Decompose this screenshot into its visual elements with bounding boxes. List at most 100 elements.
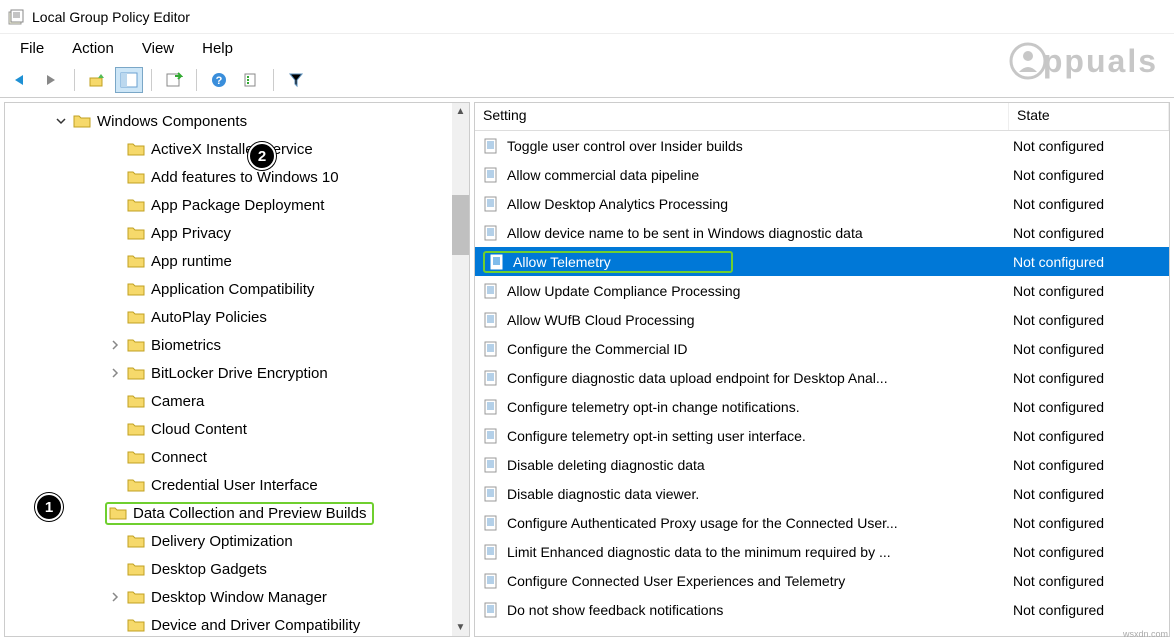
tree-label: AutoPlay Policies <box>151 309 267 326</box>
setting-row[interactable]: Allow commercial data pipelineNot config… <box>475 160 1169 189</box>
tree-node[interactable]: AutoPlay Policies <box>5 303 469 331</box>
up-button[interactable] <box>83 67 111 93</box>
tree-label: App runtime <box>151 253 232 270</box>
tree-label: ActiveX Installer Service <box>151 141 313 158</box>
tree-label: Application Compatibility <box>151 281 314 298</box>
policy-icon <box>483 428 499 444</box>
window-title: Local Group Policy Editor <box>32 9 190 25</box>
tree-scrollbar[interactable]: ▲ ▼ <box>452 103 469 636</box>
toolbar-separator <box>151 69 152 91</box>
policy-icon <box>483 399 499 415</box>
policy-icon <box>483 138 499 154</box>
help-button[interactable]: ? <box>205 67 233 93</box>
tree-node[interactable]: Cloud Content <box>5 415 469 443</box>
setting-row[interactable]: Allow TelemetryNot configured <box>475 247 1169 276</box>
policy-icon <box>483 167 499 183</box>
tree-node[interactable]: Add features to Windows 10 <box>5 163 469 191</box>
annotation-badge-1: 1 <box>35 493 63 521</box>
menu-view[interactable]: View <box>128 38 188 59</box>
policy-icon <box>483 602 499 618</box>
tree-node[interactable]: Data Collection and Preview Builds <box>5 499 469 527</box>
tree-label: Camera <box>151 393 204 410</box>
setting-row[interactable]: Configure Authenticated Proxy usage for … <box>475 508 1169 537</box>
tree-node[interactable]: Connect <box>5 443 469 471</box>
tree-label: Connect <box>151 449 207 466</box>
folder-icon <box>73 113 91 129</box>
footer-source: wsxdn.com <box>1123 629 1168 639</box>
setting-state: Not configured <box>1009 312 1169 328</box>
watermark-text: ppu <box>1043 43 1108 80</box>
policy-icon <box>483 370 499 386</box>
folder-tree[interactable]: Windows Components ActiveX Installer Ser… <box>5 103 469 636</box>
tree-node[interactable]: ActiveX Installer Service <box>5 135 469 163</box>
setting-row[interactable]: Limit Enhanced diagnostic data to the mi… <box>475 537 1169 566</box>
collapse-icon[interactable] <box>53 116 69 126</box>
folder-icon <box>127 617 145 633</box>
policy-icon <box>489 254 505 270</box>
tree-node[interactable]: Biometrics <box>5 331 469 359</box>
tree-node[interactable]: BitLocker Drive Encryption <box>5 359 469 387</box>
setting-state: Not configured <box>1009 138 1169 154</box>
tree-node[interactable]: Application Compatibility <box>5 275 469 303</box>
tree-node-windows-components[interactable]: Windows Components <box>5 107 469 135</box>
show-hide-tree-button[interactable] <box>115 67 143 93</box>
setting-state: Not configured <box>1009 602 1169 618</box>
setting-row[interactable]: Configure telemetry opt-in setting user … <box>475 421 1169 450</box>
setting-row[interactable]: Allow device name to be sent in Windows … <box>475 218 1169 247</box>
setting-row[interactable]: Configure diagnostic data upload endpoin… <box>475 363 1169 392</box>
svg-text:?: ? <box>216 75 223 87</box>
tree-node[interactable]: Desktop Window Manager <box>5 583 469 611</box>
folder-icon <box>127 365 145 381</box>
column-header-state[interactable]: State <box>1009 103 1169 130</box>
tree-pane: Windows Components ActiveX Installer Ser… <box>4 102 470 637</box>
expand-icon[interactable] <box>107 368 123 378</box>
tree-node[interactable]: App Package Deployment <box>5 191 469 219</box>
tree-node[interactable]: Credential User Interface <box>5 471 469 499</box>
setting-row[interactable]: Configure the Commercial IDNot configure… <box>475 334 1169 363</box>
tree-label: App Privacy <box>151 225 231 242</box>
tree-node[interactable]: Device and Driver Compatibility <box>5 611 469 636</box>
scroll-down-icon[interactable]: ▼ <box>452 619 469 636</box>
tree-node[interactable]: Camera <box>5 387 469 415</box>
menu-action[interactable]: Action <box>58 38 128 59</box>
policy-icon <box>483 196 499 212</box>
tree-node[interactable]: Delivery Optimization <box>5 527 469 555</box>
expand-icon[interactable] <box>107 592 123 602</box>
tree-node[interactable]: Desktop Gadgets <box>5 555 469 583</box>
menu-file[interactable]: File <box>6 38 58 59</box>
setting-state: Not configured <box>1009 428 1169 444</box>
setting-row[interactable]: Allow Update Compliance ProcessingNot co… <box>475 276 1169 305</box>
menu-help[interactable]: Help <box>188 38 247 59</box>
setting-row[interactable]: Disable diagnostic data viewer.Not confi… <box>475 479 1169 508</box>
setting-row[interactable]: Allow WUfB Cloud Processing Not configure… <box>475 305 1169 334</box>
tree-label: Cloud Content <box>151 421 247 438</box>
setting-name: Allow WUfB Cloud Processing <box>507 312 695 328</box>
forward-button[interactable] <box>38 67 66 93</box>
policy-icon <box>483 515 499 531</box>
setting-row[interactable]: Toggle user control over Insider buildsN… <box>475 131 1169 160</box>
tree-node[interactable]: App Privacy <box>5 219 469 247</box>
expand-icon[interactable] <box>107 340 123 350</box>
setting-row[interactable]: Configure Connected User Experiences and… <box>475 566 1169 595</box>
folder-icon <box>109 505 127 521</box>
folder-icon <box>127 337 145 353</box>
setting-state: Not configured <box>1009 457 1169 473</box>
export-button[interactable] <box>160 67 188 93</box>
policy-icon <box>483 573 499 589</box>
back-button[interactable] <box>6 67 34 93</box>
title-bar: Local Group Policy Editor <box>0 0 1174 34</box>
tree-label: BitLocker Drive Encryption <box>151 365 328 382</box>
tree-node[interactable]: App runtime <box>5 247 469 275</box>
setting-row[interactable]: Configure telemetry opt-in change notifi… <box>475 392 1169 421</box>
setting-row[interactable]: Do not show feedback notificationsNot co… <box>475 595 1169 624</box>
column-header-setting[interactable]: Setting <box>475 103 1009 130</box>
setting-row[interactable]: Disable deleting diagnostic dataNot conf… <box>475 450 1169 479</box>
properties-button[interactable] <box>237 67 265 93</box>
setting-row[interactable]: Allow Desktop Analytics ProcessingNot co… <box>475 189 1169 218</box>
filter-button[interactable] <box>282 67 310 93</box>
settings-list[interactable]: Toggle user control over Insider buildsN… <box>475 131 1169 636</box>
scroll-up-icon[interactable]: ▲ <box>452 103 469 120</box>
policy-icon <box>483 225 499 241</box>
setting-state: Not configured <box>1009 254 1169 270</box>
scroll-thumb[interactable] <box>452 195 469 255</box>
